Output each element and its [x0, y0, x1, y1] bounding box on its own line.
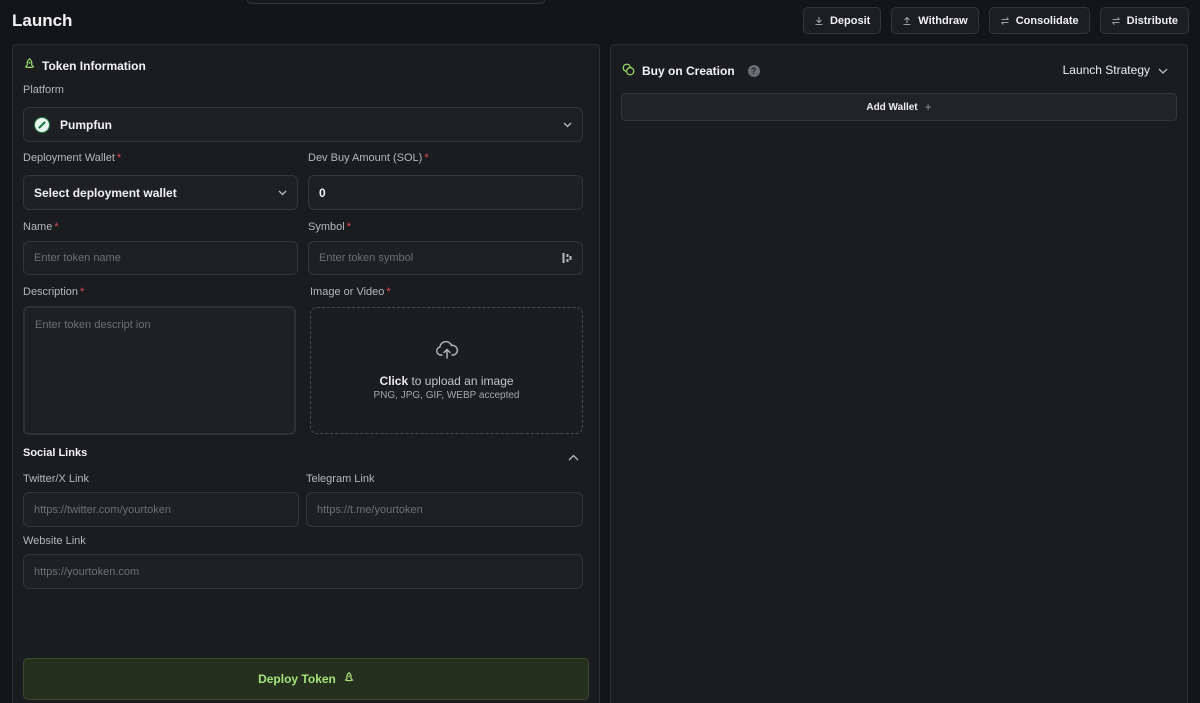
rocket-icon — [344, 672, 354, 686]
chevron-down-icon — [1158, 63, 1168, 77]
launch-strategy-label: Launch Strategy — [1062, 63, 1150, 77]
buy-on-creation-panel: Buy on Creation ? Launch Strategy Add Wa… — [610, 44, 1188, 703]
twitter-link-placeholder: https://twitter.com/yourtoken — [34, 503, 171, 516]
deployment-wallet-value: Select deployment wallet — [34, 185, 177, 200]
website-link-label: Website Link — [23, 535, 86, 547]
dev-buy-amount-input[interactable]: 0 — [308, 175, 583, 210]
distribute-button[interactable]: Distribute — [1099, 7, 1189, 34]
token-information-panel: Token Information Platform Pumpfun Deplo… — [12, 44, 600, 703]
launch-strategy-dropdown[interactable]: Launch Strategy — [1063, 63, 1168, 77]
coins-icon — [622, 63, 635, 79]
dev-buy-amount-label: Dev Buy Amount (SOL) * — [308, 152, 429, 164]
platform-select[interactable]: Pumpfun — [23, 107, 583, 142]
add-wallet-button[interactable]: Add Wallet + — [621, 93, 1177, 121]
withdraw-button[interactable]: Withdraw — [891, 7, 979, 34]
token-name-placeholder: Enter token name — [34, 252, 121, 264]
rocket-icon — [24, 58, 35, 73]
symbol-label: Symbol * — [308, 221, 351, 233]
withdraw-label: Withdraw — [918, 14, 968, 27]
header-actions: Deposit Withdraw Consolidate Distribute — [802, 7, 1189, 34]
consolidate-label: Consolidate — [1015, 14, 1079, 27]
website-link-input[interactable]: https://yourtoken.com — [23, 554, 583, 589]
website-link-placeholder: https://yourtoken.com — [34, 565, 140, 578]
telegram-link-input[interactable]: https://t.me/yourtoken — [306, 492, 583, 527]
chevron-down-icon — [563, 122, 572, 128]
dev-buy-amount-value: 0 — [319, 185, 326, 200]
buy-on-creation-title: Buy on Creation ? — [622, 63, 760, 79]
help-icon[interactable]: ? — [747, 65, 760, 77]
image-upload-dropzone[interactable]: Click to upload an image PNG, JPG, GIF, … — [310, 307, 583, 434]
platform-label: Platform — [23, 84, 64, 96]
deposit-button[interactable]: Deposit — [802, 7, 882, 34]
token-symbol-placeholder: Enter token symbol — [319, 252, 414, 264]
upload-instruction: Click to upload an image — [379, 373, 514, 388]
token-name-input[interactable]: Enter token name — [23, 241, 298, 275]
chevron-down-icon — [278, 190, 287, 196]
download-icon — [814, 16, 824, 26]
image-video-label: Image or Video * — [310, 286, 391, 298]
add-wallet-label: Add Wallet — [866, 101, 918, 113]
plus-icon: + — [924, 100, 932, 114]
telegram-link-label: Telegram Link — [306, 473, 375, 485]
twitter-link-label: Twitter/X Link — [23, 473, 90, 485]
deploy-token-button[interactable]: Deploy Token — [23, 658, 589, 700]
deployment-wallet-label: Deployment Wallet * — [23, 152, 122, 164]
token-information-title: Token Information — [24, 58, 146, 73]
telegram-link-placeholder: https://t.me/yourtoken — [317, 503, 423, 516]
token-description-placeholder: Enter token descript ion — [35, 319, 151, 331]
pumpfun-logo-icon — [34, 116, 50, 133]
deployment-wallet-select[interactable]: Select deployment wallet — [23, 175, 298, 210]
symbol-generate-icon[interactable] — [562, 252, 572, 264]
upload-icon — [902, 16, 912, 26]
page-title: Launch — [12, 11, 73, 30]
distribute-label: Distribute — [1126, 14, 1178, 27]
cloud-upload-icon — [435, 340, 459, 364]
deposit-label: Deposit — [829, 14, 871, 27]
twitter-link-input[interactable]: https://twitter.com/yourtoken — [23, 492, 299, 527]
platform-value: Pumpfun — [60, 117, 112, 132]
description-label: Description * — [23, 286, 85, 298]
chevron-up-icon[interactable] — [568, 448, 579, 466]
top-search-bar[interactable] — [246, 0, 546, 4]
arrows-exchange-icon — [1000, 16, 1010, 26]
token-description-textarea[interactable]: Enter token descript ion — [23, 306, 296, 435]
arrows-exchange-icon — [1111, 16, 1121, 26]
social-links-title: Social Links — [23, 447, 88, 459]
upload-formats: PNG, JPG, GIF, WEBP accepted — [373, 389, 520, 401]
token-symbol-input[interactable]: Enter token symbol — [308, 241, 583, 275]
name-label: Name * — [23, 221, 59, 233]
consolidate-button[interactable]: Consolidate — [988, 7, 1090, 34]
